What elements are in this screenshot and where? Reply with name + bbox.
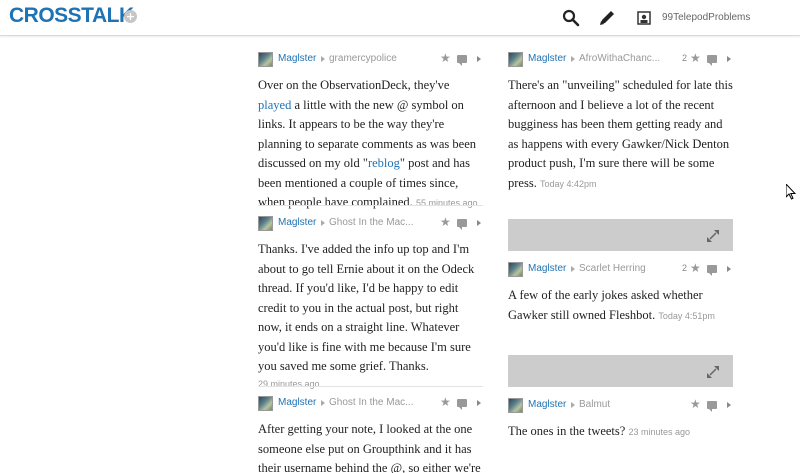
comment-body: The ones in the tweets? 23 minutes ago xyxy=(508,424,690,438)
expand-icon[interactable] xyxy=(707,229,719,242)
comment-body: Thanks. I've added the info up top and I… xyxy=(258,242,475,373)
reply-icon[interactable] xyxy=(457,399,467,410)
reply-icon[interactable] xyxy=(457,219,467,230)
star-icon[interactable]: ★ xyxy=(690,51,701,65)
more-icon[interactable] xyxy=(477,220,481,226)
reply-to-name[interactable]: Balmut xyxy=(579,399,610,410)
comment: Maglster Scarlet Herring 2 ★ A few of th… xyxy=(508,261,733,326)
reply-arrow-icon xyxy=(571,402,575,408)
expand-icon[interactable] xyxy=(707,365,719,378)
more-icon[interactable] xyxy=(477,400,481,406)
avatar[interactable] xyxy=(508,398,523,413)
comment: Maglster Ghost In the Mac... ★ After get… xyxy=(258,395,483,473)
like-count: 2 xyxy=(682,263,688,273)
reply-icon[interactable] xyxy=(707,55,717,66)
comment: Maglster Balmut ★ The ones in the tweets… xyxy=(508,397,733,443)
reply-arrow-icon xyxy=(571,56,575,62)
author-name[interactable]: Maglster xyxy=(278,397,316,408)
reply-to-name[interactable]: Scarlet Herring xyxy=(579,263,646,274)
comment: Maglster AfroWithaChanc... 2 ★ There's a… xyxy=(508,51,733,194)
timestamp[interactable]: 23 minutes ago xyxy=(628,427,690,437)
comment-meta: Maglster Ghost In the Mac... ★ xyxy=(258,395,483,412)
star-icon[interactable]: ★ xyxy=(440,215,451,229)
star-icon[interactable]: ★ xyxy=(690,397,701,411)
reply-arrow-icon xyxy=(571,266,575,272)
star-icon[interactable]: ★ xyxy=(440,395,451,409)
author-name[interactable]: Maglster xyxy=(278,217,316,228)
site-logo[interactable]: CROSSTALK xyxy=(9,4,134,28)
timestamp[interactable]: Today 4:42pm xyxy=(540,179,597,189)
timestamp[interactable]: Today 4:51pm xyxy=(658,311,715,321)
comment-body: After getting your note, I looked at the… xyxy=(258,422,481,473)
comment-meta: Maglster gramercypolice ★ xyxy=(258,51,483,68)
top-bar: CROSSTALK + 99TelepodProblems xyxy=(0,0,800,36)
avatar[interactable] xyxy=(258,396,273,411)
star-icon[interactable]: ★ xyxy=(690,261,701,275)
comment-meta: Maglster Ghost In the Mac... ★ xyxy=(258,215,483,232)
reply-icon[interactable] xyxy=(707,401,717,412)
comment: Maglster Ghost In the Mac... ★ Thanks. I… xyxy=(258,215,483,389)
played-link[interactable]: played xyxy=(258,98,291,112)
comment-body: Over on the ObservationDeck, they've pla… xyxy=(258,78,478,209)
pencil-icon[interactable] xyxy=(598,9,616,27)
comment-meta: Maglster AfroWithaChanc... 2 ★ xyxy=(508,51,733,68)
divider xyxy=(258,386,483,387)
timestamp[interactable]: 29 minutes ago xyxy=(258,379,483,389)
author-name[interactable]: Maglster xyxy=(278,53,316,64)
username-link[interactable]: 99TelepodProblems xyxy=(662,12,750,23)
comment: Maglster gramercypolice ★ Over on the Ob… xyxy=(258,51,483,214)
avatar[interactable] xyxy=(508,262,523,277)
search-icon[interactable] xyxy=(562,9,580,27)
comment-body: A few of the early jokes asked whether G… xyxy=(508,288,715,322)
reply-arrow-icon xyxy=(321,220,325,226)
thread-header-bar[interactable] xyxy=(508,355,733,387)
reply-to-name[interactable]: AfroWithaChanc... xyxy=(579,53,660,64)
reply-to-name[interactable]: Ghost In the Mac... xyxy=(329,217,413,228)
profile-icon[interactable] xyxy=(636,10,654,28)
reply-arrow-icon xyxy=(321,56,325,62)
author-name[interactable]: Maglster xyxy=(528,53,566,64)
author-name[interactable]: Maglster xyxy=(528,399,566,410)
add-icon[interactable]: + xyxy=(124,10,137,23)
avatar[interactable] xyxy=(508,52,523,67)
divider xyxy=(258,205,483,206)
reblog-link[interactable]: reblog xyxy=(368,156,400,170)
mouse-cursor-icon xyxy=(785,182,797,200)
more-icon[interactable] xyxy=(477,56,481,62)
comment-meta: Maglster Balmut ★ xyxy=(508,397,733,414)
more-icon[interactable] xyxy=(727,56,731,62)
more-icon[interactable] xyxy=(727,402,731,408)
thread-header-bar[interactable] xyxy=(508,219,733,251)
author-name[interactable]: Maglster xyxy=(528,263,566,274)
comment-body: There's an "unveiling" scheduled for lat… xyxy=(508,78,733,190)
star-icon[interactable]: ★ xyxy=(440,51,451,65)
comment-meta: Maglster Scarlet Herring 2 ★ xyxy=(508,261,733,278)
reply-to-name[interactable]: Ghost In the Mac... xyxy=(329,397,413,408)
more-icon[interactable] xyxy=(727,266,731,272)
timestamp[interactable]: 55 minutes ago xyxy=(416,198,478,208)
avatar[interactable] xyxy=(258,216,273,231)
reply-icon[interactable] xyxy=(707,265,717,276)
like-count: 2 xyxy=(682,53,688,63)
reply-to-name[interactable]: gramercypolice xyxy=(329,53,397,64)
avatar[interactable] xyxy=(258,52,273,67)
reply-icon[interactable] xyxy=(457,55,467,66)
reply-arrow-icon xyxy=(321,400,325,406)
